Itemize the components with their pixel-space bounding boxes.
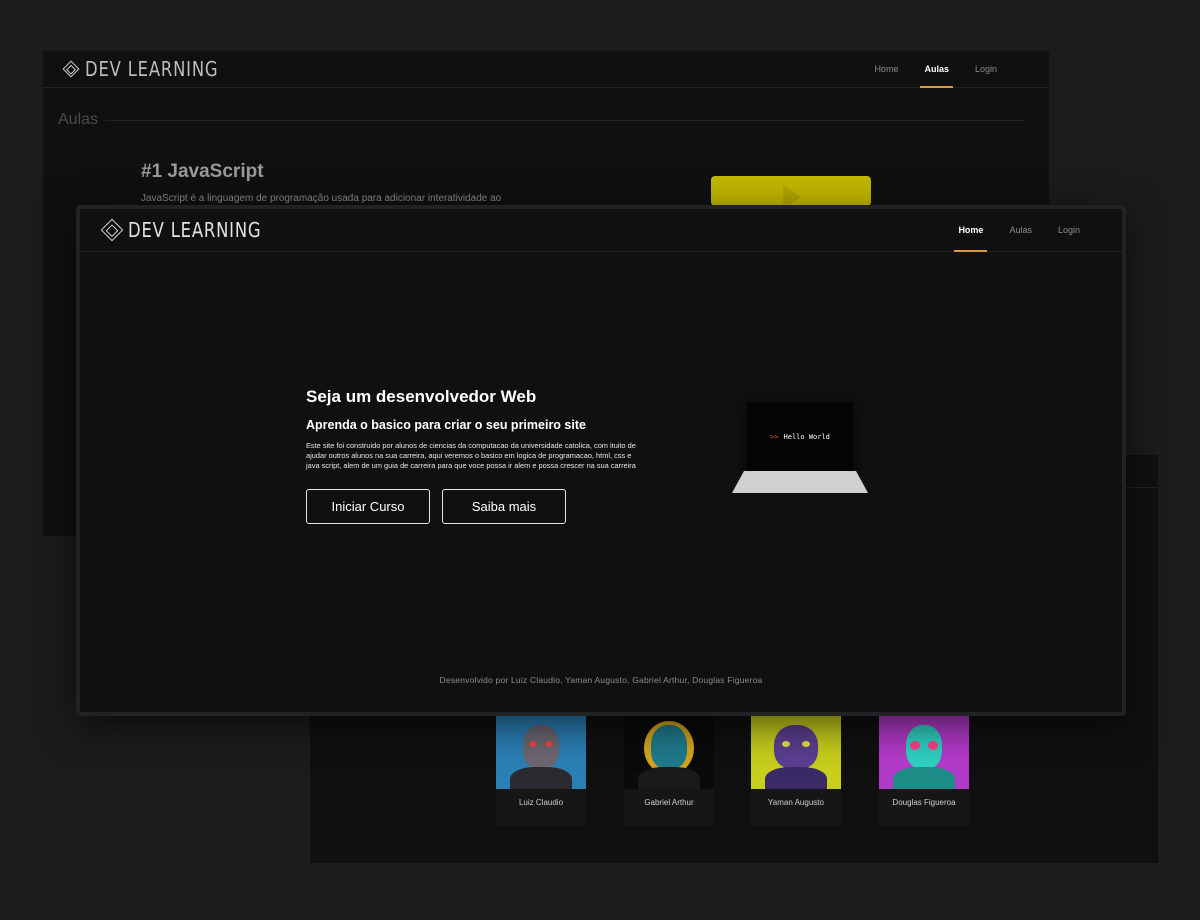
logo[interactable]: DEV LEARNING bbox=[100, 218, 291, 242]
hero-title: Seja um desenvolvedor Web bbox=[306, 387, 537, 406]
avatar-eye bbox=[782, 741, 790, 747]
team-member-name: Yaman Augusto bbox=[768, 798, 824, 807]
lesson-video-thumbnail[interactable] bbox=[711, 176, 871, 206]
hero-section: Seja um desenvolvedor Web Aprenda o basi… bbox=[306, 387, 646, 524]
avatar bbox=[879, 713, 969, 789]
aulas-header: DEV LEARNING Home Aulas Login bbox=[43, 51, 1049, 88]
brand-name: DEV LEARNING bbox=[128, 218, 262, 242]
laptop-screen: >> Hello World bbox=[747, 403, 853, 471]
avatar-body bbox=[893, 767, 955, 789]
laptop-keyboard-base bbox=[732, 471, 868, 493]
nav-item-home[interactable]: Home bbox=[874, 51, 898, 88]
nav-item-login[interactable]: Login bbox=[1058, 209, 1080, 252]
logo[interactable]: DEV LEARNING bbox=[62, 57, 248, 81]
team-card-douglas[interactable]: Douglas Figueroa bbox=[879, 713, 969, 825]
avatar-eye bbox=[802, 741, 810, 747]
avatar bbox=[751, 713, 841, 789]
terminal-text: Hello World bbox=[783, 433, 830, 441]
nav-item-login[interactable]: Login bbox=[975, 51, 997, 88]
section-divider bbox=[105, 120, 1025, 121]
team-member-name: Douglas Figueroa bbox=[892, 798, 956, 807]
laptop-illustration: >> Hello World bbox=[732, 403, 872, 503]
aulas-nav: Home Aulas Login bbox=[874, 51, 997, 88]
avatar-eye bbox=[545, 741, 553, 747]
avatar-body bbox=[510, 767, 572, 789]
avatar-goggle bbox=[910, 741, 920, 750]
home-header: DEV LEARNING Home Aulas Login bbox=[80, 209, 1122, 252]
team-card-luiz[interactable]: Luiz Claudio bbox=[496, 713, 586, 825]
section-title: Aulas bbox=[58, 111, 99, 128]
team-card-gabriel[interactable]: Gabriel Arthur bbox=[624, 713, 714, 825]
avatar-body bbox=[765, 767, 827, 789]
team-member-name: Gabriel Arthur bbox=[644, 798, 694, 807]
team-card-yaman[interactable]: Yaman Augusto bbox=[751, 713, 841, 825]
nav-item-aulas[interactable]: Aulas bbox=[920, 51, 953, 88]
avatar bbox=[624, 713, 714, 789]
lesson-description: JavaScript é a linguagem de programação … bbox=[141, 193, 502, 204]
team-member-name: Luiz Claudio bbox=[518, 798, 564, 807]
avatar-face bbox=[651, 725, 687, 769]
avatar-body bbox=[638, 767, 700, 789]
brand-name: DEV LEARNING bbox=[85, 57, 219, 81]
avatar-face bbox=[774, 725, 818, 769]
diamond-logo-icon bbox=[62, 60, 80, 78]
home-nav: Home Aulas Login bbox=[954, 209, 1080, 252]
learn-more-button[interactable]: Saiba mais bbox=[442, 489, 566, 524]
nav-item-aulas[interactable]: Aulas bbox=[1009, 209, 1032, 252]
hero-description: Este site foi construido por alunos de c… bbox=[306, 441, 636, 470]
avatar-goggle bbox=[928, 741, 938, 750]
avatar-eye bbox=[529, 741, 537, 747]
hero-buttons: Iniciar Curso Saiba mais bbox=[306, 489, 646, 524]
lesson-title: #1 JavaScript bbox=[141, 161, 264, 182]
home-window: DEV LEARNING Home Aulas Login Seja um de… bbox=[76, 205, 1126, 716]
diamond-logo-icon bbox=[100, 218, 124, 242]
nav-item-home[interactable]: Home bbox=[954, 209, 988, 252]
avatar-face bbox=[523, 725, 559, 769]
hero-subtitle: Aprenda o basico para criar o seu primei… bbox=[306, 418, 586, 432]
footer-credits: Desenvolvido por Luiz Claudio, Yaman Aug… bbox=[439, 675, 763, 685]
terminal-prompt: >> bbox=[770, 433, 779, 441]
avatar bbox=[496, 713, 586, 789]
start-course-button[interactable]: Iniciar Curso bbox=[306, 489, 430, 524]
